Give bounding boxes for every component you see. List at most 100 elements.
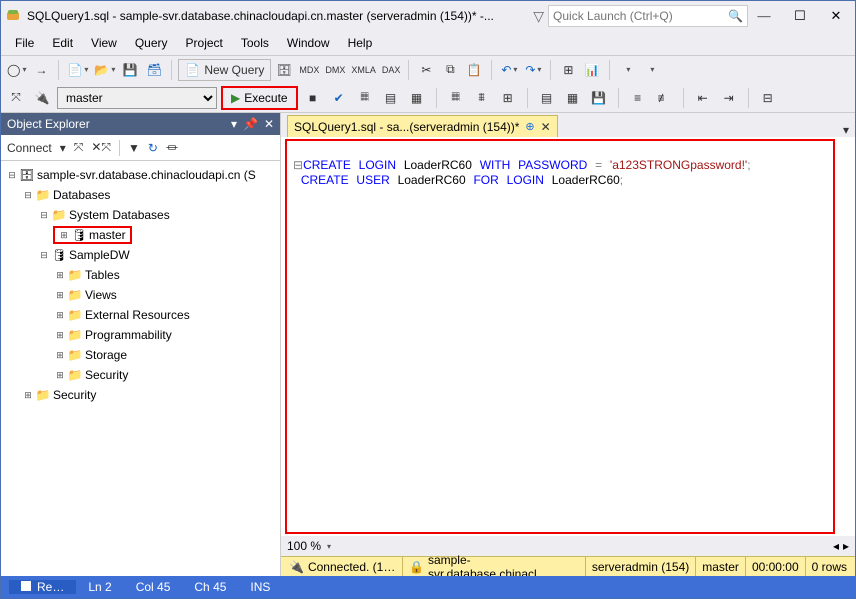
disconnect-icon[interactable]: ✕⤧ [91, 140, 111, 155]
client-stats-button[interactable]: ⊞ [497, 87, 519, 109]
redo-button[interactable]: ↷▾ [522, 59, 544, 81]
object-tree[interactable]: ⊟🗄sample-svr.database.chinacloudapi.cn (… [1, 161, 280, 576]
db-security-node[interactable]: Security [83, 368, 130, 382]
external-resources-node[interactable]: External Resources [83, 308, 192, 322]
tabs-dropdown-icon[interactable]: ▾ [837, 123, 855, 137]
sql-editor-toolbar: ⤧ 🔌 master ▶ Execute ■ ✔ 𝄜 ▤ ▦ 𝄜 ⩩ ⊞ ▤ ▦… [1, 83, 855, 113]
object-explorer-panel: Object Explorer ▾ 📌 ✕ Connect ▾ ⤧ ✕⤧ ▼ ↻… [1, 113, 281, 576]
menu-view[interactable]: View [83, 34, 125, 52]
mdx-query-icon[interactable]: MDX [297, 59, 321, 81]
play-icon: ▶ [231, 91, 240, 105]
activity-monitor-button[interactable]: 📊 [581, 59, 603, 81]
scroll-right-icon[interactable]: ▸ [843, 539, 849, 553]
storage-node[interactable]: Storage [83, 348, 129, 362]
change-connection-icon[interactable]: 🔌 [31, 87, 53, 109]
navigate-fwd-button[interactable]: → [30, 59, 52, 81]
menu-file[interactable]: File [7, 34, 42, 52]
connection-status: Connected. (1… [308, 560, 395, 574]
insert-mode: INS [238, 580, 282, 594]
save-all-button[interactable]: 🗃 [143, 59, 165, 81]
navigate-back-button[interactable]: ◯▾ [5, 59, 28, 81]
app-icon [5, 8, 21, 24]
parse-button[interactable]: ✔ [328, 87, 350, 109]
uncomment-button[interactable]: ≢ [653, 87, 675, 109]
master-node[interactable]: master [87, 228, 128, 242]
specify-values-button[interactable]: ⊟ [757, 87, 779, 109]
databases-node[interactable]: Databases [51, 188, 112, 202]
sampledw-node[interactable]: SampleDW [67, 248, 132, 262]
new-query-button[interactable]: 📄 New Query [178, 59, 271, 81]
solution-configs-dropdown[interactable]: ▾ [616, 59, 638, 81]
pin-icon[interactable]: 📌 [243, 117, 258, 131]
menu-window[interactable]: Window [279, 34, 338, 52]
database-icon: 🛢 [71, 228, 87, 242]
zoom-level[interactable]: 100 % [287, 539, 321, 553]
dropdown-icon[interactable]: ▾ [231, 117, 237, 131]
views-node[interactable]: Views [83, 288, 119, 302]
sql-editor[interactable]: ⊟CREATE LOGIN LoaderRC60 WITH PASSWORD =… [285, 139, 835, 534]
xmla-query-icon[interactable]: XMLA [349, 59, 378, 81]
pin-icon[interactable]: ⊕ [525, 120, 534, 133]
connect-label: Connect [7, 141, 52, 155]
display-plan-button[interactable]: 𝄜 [354, 87, 376, 109]
menu-edit[interactable]: Edit [44, 34, 81, 52]
results-grid-button[interactable]: ▦ [562, 87, 584, 109]
folder-icon: 📁 [67, 348, 83, 362]
server-node[interactable]: sample-svr.database.chinacloudapi.cn (S [35, 168, 258, 182]
security-node[interactable]: Security [51, 388, 98, 402]
increase-indent-button[interactable]: ⇥ [718, 87, 740, 109]
line-indicator: Ln 2 [76, 580, 123, 594]
tables-node[interactable]: Tables [83, 268, 122, 282]
solution-platforms-dropdown[interactable]: ▾ [640, 59, 662, 81]
ready-status: Re… [9, 580, 76, 594]
new-item-button[interactable]: 📄▾ [65, 59, 90, 81]
dax-query-icon[interactable]: DAX [380, 59, 403, 81]
close-panel-icon[interactable]: ✕ [264, 117, 274, 131]
paste-button[interactable]: 📋 [463, 59, 485, 81]
menu-query[interactable]: Query [127, 34, 176, 52]
menu-help[interactable]: Help [340, 34, 381, 52]
database-selector[interactable]: master [57, 87, 217, 109]
close-tab-icon[interactable]: ✕ [541, 120, 551, 134]
connection-icon[interactable]: ⤧ [5, 87, 27, 109]
live-stats-button[interactable]: ⩩ [471, 87, 493, 109]
intellisense-button[interactable]: ▦ [406, 87, 428, 109]
undo-button[interactable]: ↶▾ [498, 59, 520, 81]
folder-icon: 📁 [35, 188, 51, 202]
dmx-query-icon[interactable]: DMX [323, 59, 347, 81]
db-engine-query-icon[interactable]: 🗄 [273, 59, 295, 81]
query-options-button[interactable]: ▤ [380, 87, 402, 109]
refresh-icon[interactable]: ↻ [148, 141, 158, 155]
attach-icon[interactable]: ⤧ [74, 140, 84, 155]
cut-button[interactable]: ✂ [415, 59, 437, 81]
save-button[interactable]: 💾 [119, 59, 141, 81]
quick-launch-input[interactable] [548, 5, 748, 27]
stop-button[interactable]: ■ [302, 87, 324, 109]
copy-button[interactable]: ⧉ [439, 59, 461, 81]
menu-tools[interactable]: Tools [233, 34, 277, 52]
folder-icon: 📁 [67, 368, 83, 382]
elapsed-time: 00:00:00 [752, 560, 799, 574]
close-button[interactable]: ✕ [821, 4, 851, 28]
open-button[interactable]: 📂▾ [92, 59, 117, 81]
decrease-indent-button[interactable]: ⇤ [692, 87, 714, 109]
filter-icon[interactable]: ▼ [128, 141, 140, 155]
zoom-dropdown-icon[interactable]: ▾ [325, 542, 331, 551]
results-text-button[interactable]: ▤ [536, 87, 558, 109]
tab-label: SQLQuery1.sql - sa...(serveradmin (154))… [294, 120, 519, 134]
activity-icon[interactable]: ⏛ [166, 139, 178, 156]
include-plan-button[interactable]: 𝄜 [445, 87, 467, 109]
minimize-button[interactable]: — [749, 4, 779, 28]
editor-tab[interactable]: SQLQuery1.sql - sa...(serveradmin (154))… [287, 115, 558, 137]
comment-button[interactable]: ≡ [627, 87, 649, 109]
programmability-node[interactable]: Programmability [83, 328, 174, 342]
menu-project[interactable]: Project [178, 34, 231, 52]
scroll-left-icon[interactable]: ◂ [833, 539, 839, 553]
maximize-button[interactable]: ☐ [785, 4, 815, 28]
properties-button[interactable]: ⊞ [557, 59, 579, 81]
menu-bar: File Edit View Query Project Tools Windo… [1, 31, 855, 55]
system-databases-node[interactable]: System Databases [67, 208, 172, 222]
execute-button[interactable]: ▶ Execute [221, 86, 298, 110]
search-icon[interactable]: 🔍 [728, 9, 743, 23]
results-file-button[interactable]: 💾 [588, 87, 610, 109]
